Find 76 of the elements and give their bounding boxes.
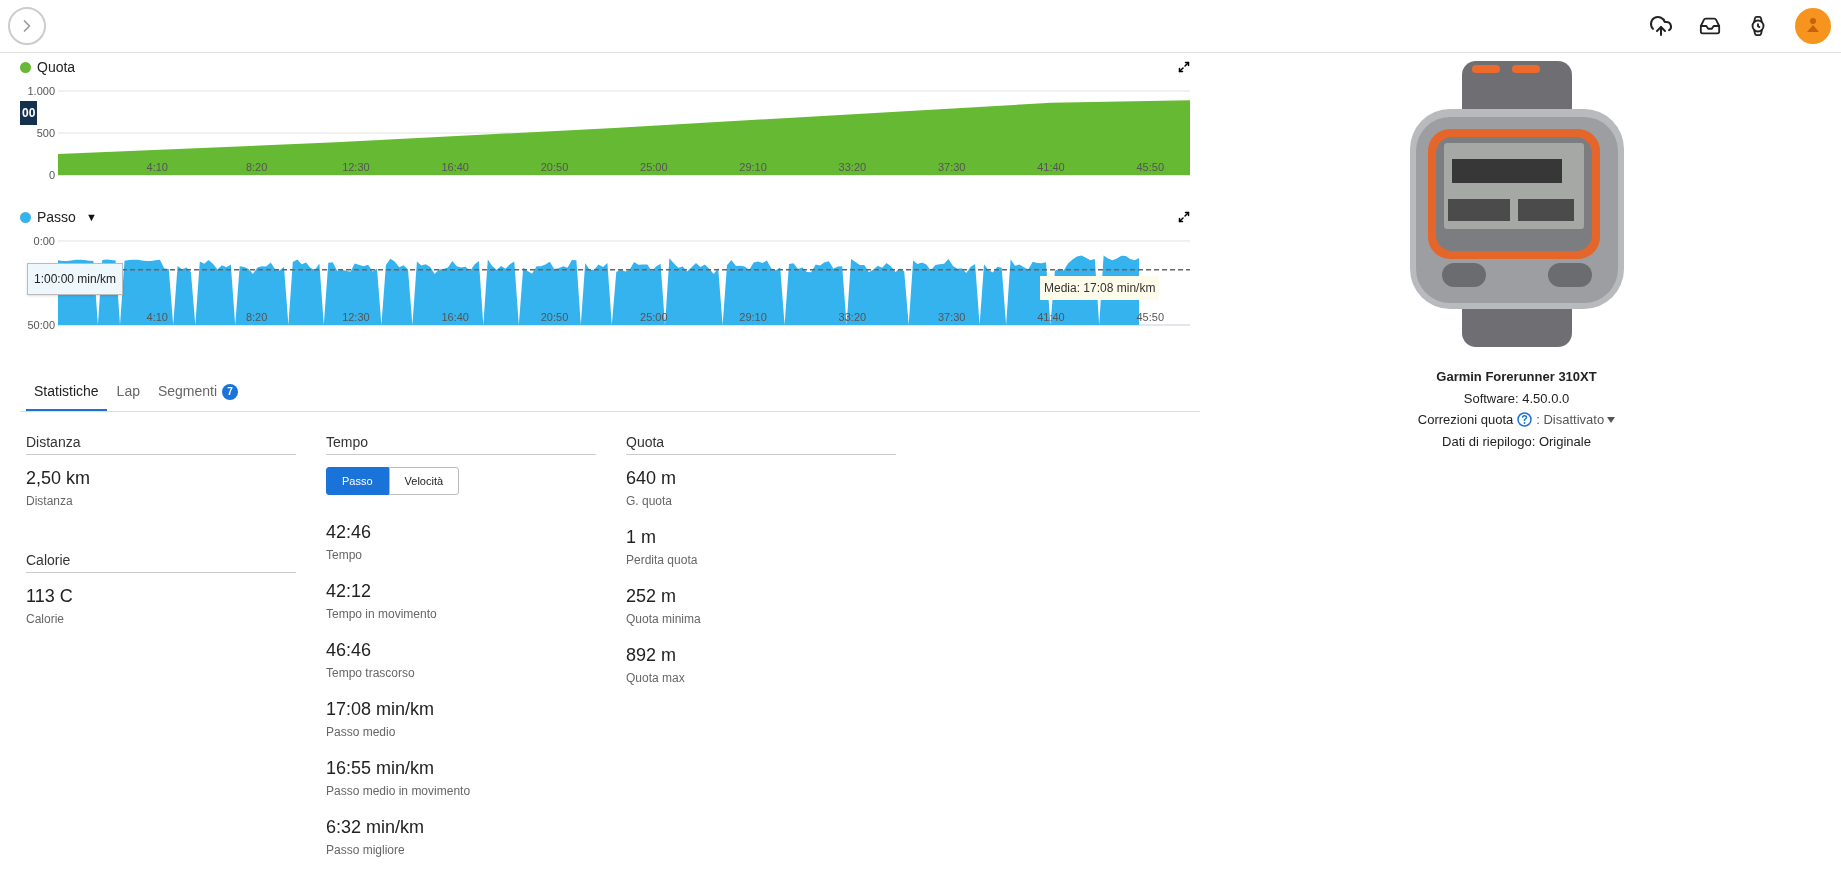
y-tick-label: 50:00 <box>27 319 55 331</box>
x-tick-label: 41:40 <box>1037 161 1065 173</box>
x-tick-label: 4:10 <box>146 311 168 323</box>
x-tick-label: 25:00 <box>640 311 668 323</box>
x-tick-label: 37:30 <box>937 311 966 323</box>
tooltip: 1:00:00 min/km <box>27 263 124 295</box>
y-tick-label: 0:00 <box>33 235 55 247</box>
stat-value: 42:46 <box>326 521 373 544</box>
stat-value: 46:46 <box>326 639 373 662</box>
stat-label: Calorie <box>26 611 65 628</box>
stat-value: 17:08 min/km <box>326 698 436 721</box>
x-tick-label: 25:00 <box>640 161 668 173</box>
stat-label: G. quota <box>626 493 674 510</box>
tab[interactable]: Lap <box>108 379 148 411</box>
x-tick-label: 16:40 <box>441 161 469 173</box>
toggle-option[interactable]: Velocità <box>388 467 460 495</box>
stat-value: 6:32 min/km <box>326 816 426 839</box>
x-tick-label: 8:20 <box>245 161 268 173</box>
stat-label: Quota minima <box>626 611 702 628</box>
tab[interactable]: Segmenti 7 <box>149 379 247 411</box>
stat-label: Tempo trascorso <box>326 665 416 682</box>
expand-icon[interactable] <box>1178 61 1190 73</box>
x-tick-label: 16:40 <box>441 311 469 323</box>
stat-value: 16:55 min/km <box>326 757 436 780</box>
avatar[interactable] <box>1795 8 1831 44</box>
stat-label: Distanza <box>26 493 74 510</box>
cloud-upload-icon[interactable] <box>1649 14 1673 38</box>
stat-value: 2,50 km <box>26 467 92 490</box>
x-tick-label: 4:10 <box>146 161 168 173</box>
stat-value: 640 m <box>626 467 678 490</box>
device-name: Garmin Forerunner 310XT <box>1436 368 1597 386</box>
stat-label: Quota max <box>626 670 686 687</box>
stat-value: 892 m <box>626 644 678 667</box>
stat-label: Passo medio in movimento <box>326 783 472 800</box>
x-tick-label: 29:10 <box>739 161 767 173</box>
inbox-icon[interactable] <box>1699 15 1721 37</box>
chart-title: Quota <box>37 57 76 77</box>
software-version: Software: 4.50.0.0 <box>1463 389 1570 408</box>
stat-label: Tempo in movimento <box>326 606 438 623</box>
average-label: Media: 17:08 min/km <box>1040 275 1160 300</box>
correction-label: Correzioni quota <box>1417 411 1514 429</box>
y-tick-label: 1.000 <box>27 85 55 97</box>
section-heading: Calorie <box>26 550 296 573</box>
toggle-option[interactable]: Passo <box>326 467 389 495</box>
x-tick-label: 20:50 <box>540 161 569 173</box>
section-heading: Quota <box>626 432 896 455</box>
stat-value: 113 C <box>26 585 74 608</box>
chart-title: Passo <box>37 207 76 227</box>
correction-dropdown[interactable]: : Disattivato <box>1536 410 1616 430</box>
x-tick-label: 45:50 <box>1136 161 1165 173</box>
section-heading: Tempo <box>326 432 596 455</box>
x-tick-label: 12:30 <box>342 161 370 173</box>
tab[interactable]: Statistiche <box>26 379 107 411</box>
y-tick-label: 500 <box>36 127 55 139</box>
x-tick-label: 37:30 <box>937 161 966 173</box>
stat-value: 42:12 <box>326 580 373 603</box>
stat-value: 252 m <box>626 585 678 608</box>
stat-label: Passo medio <box>326 724 397 741</box>
stat-label: Tempo <box>326 547 364 564</box>
y-tick-label: 0 <box>48 169 55 181</box>
caret-icon <box>1607 416 1616 423</box>
x-tick-label: 12:30 <box>342 311 370 323</box>
x-tick-label: 8:20 <box>245 311 268 323</box>
x-tick-label: 33:20 <box>838 161 867 173</box>
expand-icon[interactable] <box>1178 211 1190 223</box>
x-tick-label: 20:50 <box>540 311 569 323</box>
stat-label: Passo migliore <box>326 842 406 859</box>
help-icon[interactable] <box>1517 412 1533 428</box>
stat-label: Perdita quota <box>626 552 699 569</box>
x-tick-label: 29:10 <box>739 311 767 323</box>
stat-value: 1 m <box>626 526 657 549</box>
crosshair-label: 00 <box>20 101 38 125</box>
section-heading: Distanza <box>26 432 296 455</box>
dropdown-button[interactable]: ▼ <box>85 208 97 226</box>
summary-data: Dati di riepilogo: Originale <box>1442 432 1591 451</box>
count-badge: 7 <box>222 383 239 400</box>
